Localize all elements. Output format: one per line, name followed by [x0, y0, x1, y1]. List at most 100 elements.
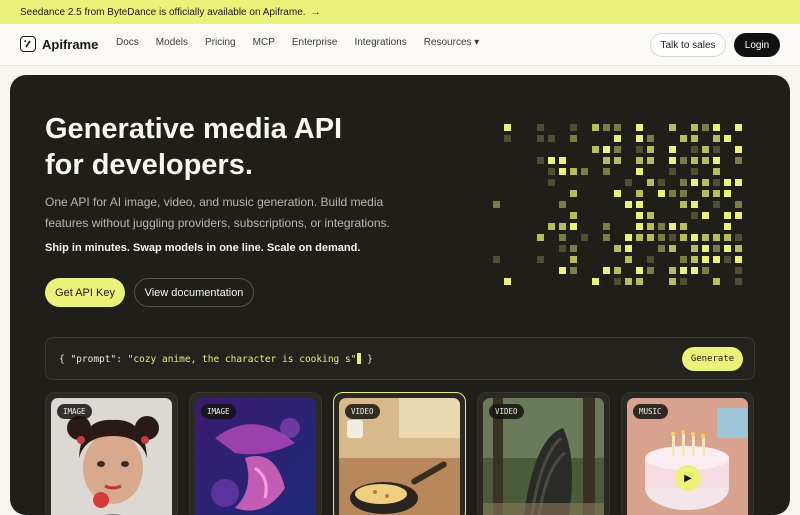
pixel-square	[614, 190, 621, 197]
pixel-square	[603, 223, 610, 230]
hero-section: Generative media API for developers. One…	[10, 75, 790, 515]
nav-link-mcp[interactable]: MCP	[253, 37, 275, 48]
pixel-square	[691, 179, 698, 186]
prompt-input[interactable]: { "prompt": "cozy anime, the character i…	[45, 337, 755, 380]
pixel-square	[548, 179, 555, 186]
pixel-grid-decoration	[470, 120, 770, 300]
pixel-square	[669, 245, 676, 252]
pixel-square	[713, 168, 720, 175]
nav-link-enterprise[interactable]: Enterprise	[292, 37, 338, 48]
pixel-square	[625, 256, 632, 263]
announcement-banner[interactable]: Seedance 2.5 from ByteDance is officiall…	[0, 0, 800, 24]
pixel-square	[647, 179, 654, 186]
pixel-square	[614, 124, 621, 131]
arrow-right-icon[interactable]: →	[311, 7, 321, 18]
pixel-square	[559, 168, 566, 175]
logo-text: Apiframe	[42, 36, 99, 52]
pixel-square	[680, 267, 687, 274]
card-type-label: IMAGE	[201, 404, 236, 419]
pixel-square	[724, 256, 731, 263]
pixel-square	[658, 234, 665, 241]
pixel-square	[669, 124, 676, 131]
pixel-square	[680, 234, 687, 241]
pixel-square	[680, 190, 687, 197]
pixel-square	[636, 212, 643, 219]
pixel-square	[636, 223, 643, 230]
nav-link-resources[interactable]: Resources ▾	[424, 37, 480, 48]
pixel-square	[735, 146, 742, 153]
pixel-square	[724, 135, 731, 142]
pixel-square	[559, 201, 566, 208]
pixel-square	[603, 124, 610, 131]
nav-link-docs[interactable]: Docs	[116, 37, 139, 48]
pixel-square	[603, 234, 610, 241]
pixel-square	[570, 267, 577, 274]
media-card-video-forest[interactable]: VIDEO	[477, 392, 610, 515]
get-api-key-button[interactable]: Get API Key	[45, 278, 125, 307]
apiframe-logo-icon	[20, 36, 36, 52]
pixel-square	[702, 245, 709, 252]
pixel-square	[570, 135, 577, 142]
pixel-square	[713, 146, 720, 153]
pixel-square	[570, 223, 577, 230]
nav-link-models[interactable]: Models	[156, 37, 188, 48]
pixel-square	[504, 278, 511, 285]
pixel-square	[702, 256, 709, 263]
pixel-square	[614, 267, 621, 274]
pixel-square	[724, 245, 731, 252]
pixel-square	[625, 234, 632, 241]
pixel-square	[702, 190, 709, 197]
play-icon[interactable]: ▶	[675, 465, 701, 491]
logo[interactable]: Apiframe	[20, 36, 98, 52]
pixel-square	[724, 234, 731, 241]
pixel-square	[680, 256, 687, 263]
pixel-square	[625, 245, 632, 252]
media-card-video-cooking[interactable]: VIDEO	[333, 392, 466, 515]
pixel-square	[636, 146, 643, 153]
pixel-square	[669, 157, 676, 164]
media-card-music-cake[interactable]: MUSIC ▶	[621, 392, 754, 515]
prompt-code[interactable]: { "prompt": "cozy anime, the character i…	[59, 353, 373, 365]
pixel-square	[669, 234, 676, 241]
nav-link-pricing[interactable]: Pricing	[205, 37, 236, 48]
pixel-square	[493, 201, 500, 208]
view-documentation-button[interactable]: View documentation	[134, 278, 254, 307]
pixel-square	[735, 245, 742, 252]
pixel-square	[636, 157, 643, 164]
pixel-square	[702, 267, 709, 274]
pixel-square	[713, 201, 720, 208]
media-card-image-koi[interactable]: IMAGE	[189, 392, 322, 515]
generate-button[interactable]: Generate	[682, 347, 743, 371]
login-button[interactable]: Login	[734, 33, 780, 57]
pixel-square	[493, 256, 500, 263]
pixel-square	[647, 212, 654, 219]
pixel-square	[691, 168, 698, 175]
media-card-image-portrait[interactable]: IMAGE	[45, 392, 178, 515]
pixel-square	[614, 146, 621, 153]
pixel-square	[636, 201, 643, 208]
pixel-square	[713, 179, 720, 186]
pixel-square	[559, 267, 566, 274]
pixel-square	[702, 146, 709, 153]
pixel-square	[713, 245, 720, 252]
pixel-square	[724, 190, 731, 197]
hero-title: Generative media API for developers.	[45, 111, 405, 183]
pixel-square	[570, 168, 577, 175]
pixel-square	[537, 234, 544, 241]
pixel-square	[647, 267, 654, 274]
pixel-square	[702, 212, 709, 219]
pixel-square	[647, 135, 654, 142]
pixel-square	[625, 278, 632, 285]
pixel-square	[713, 190, 720, 197]
nav-link-integrations[interactable]: Integrations	[354, 37, 406, 48]
pixel-square	[724, 179, 731, 186]
pixel-square	[691, 267, 698, 274]
banner-text[interactable]: Seedance 2.5 from ByteDance is officiall…	[20, 7, 306, 18]
pixel-square	[669, 146, 676, 153]
card-type-label: MUSIC	[633, 404, 668, 419]
talk-to-sales-button[interactable]: Talk to sales	[650, 33, 726, 57]
pixel-square	[614, 278, 621, 285]
pixel-square	[647, 234, 654, 241]
pixel-square	[636, 234, 643, 241]
pixel-square	[559, 234, 566, 241]
